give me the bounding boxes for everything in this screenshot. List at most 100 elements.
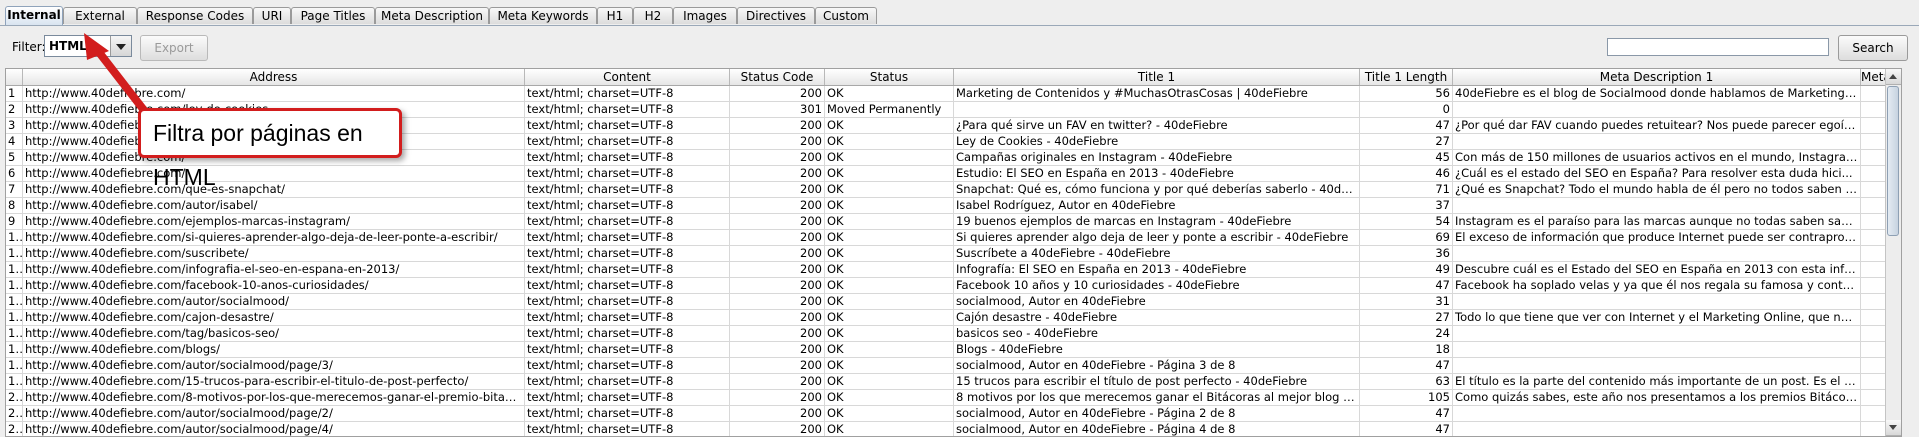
title-length-cell: 47 xyxy=(1360,358,1453,373)
status-code-cell: 301 xyxy=(730,102,825,117)
tab-response-codes[interactable]: Response Codes xyxy=(137,7,253,24)
table-row[interactable]: 14 http://www.40defiebre.com/autor/social… xyxy=(6,294,1901,310)
tab-h1[interactable]: H1 xyxy=(597,7,633,24)
title-cell: 19 buenos ejemplos de marcas en Instagra… xyxy=(954,214,1360,229)
meta-description-header[interactable]: Meta Description 1 xyxy=(1453,69,1861,85)
meta-description-cell: Todo lo que tiene que ver con Internet y… xyxy=(1455,310,1861,325)
title-length-cell: 27 xyxy=(1360,310,1453,325)
meta-description-cell: Instagram es el paraíso para las marcas … xyxy=(1455,214,1861,229)
status-cell: OK xyxy=(825,166,954,181)
table-row[interactable]: 21 http://www.40defiebre.com/autor/social… xyxy=(6,406,1901,422)
search-button[interactable]: Search xyxy=(1838,35,1908,61)
table-row[interactable]: 22 http://www.40defiebre.com/autor/social… xyxy=(6,422,1901,436)
row-index: 13 xyxy=(6,278,23,293)
title-cell: Si quieres aprender algo deja de leer y … xyxy=(954,230,1360,245)
row-index: 7 xyxy=(6,182,23,197)
content-cell: text/html; charset=UTF-8 xyxy=(525,150,730,165)
scrollbar-thumb[interactable] xyxy=(1887,86,1899,236)
meta-description-cell xyxy=(1453,294,1861,309)
chevron-down-icon[interactable] xyxy=(110,36,131,56)
row-index: 22 xyxy=(6,422,23,436)
table-row[interactable]: 6 http://www.40defiebre.com/text/html; ch… xyxy=(6,166,1901,182)
filter-select-value: HTML xyxy=(49,39,87,53)
table-row[interactable]: 12 http://www.40defiebre.com/infografia-e… xyxy=(6,262,1901,278)
address-cell: http://www.40defiebre.com/autor/socialmo… xyxy=(23,422,525,436)
row-index: 4 xyxy=(6,134,23,149)
status-code-cell: 200 xyxy=(730,246,825,261)
tab-images[interactable]: Images xyxy=(673,7,737,24)
status-cell: OK xyxy=(825,262,954,277)
tab-meta-description[interactable]: Meta Description xyxy=(375,7,489,24)
row-index: 14 xyxy=(6,294,23,309)
scroll-down-icon[interactable] xyxy=(1886,420,1901,436)
table-row[interactable]: 10 http://www.40defiebre.com/si-quieres-a… xyxy=(6,230,1901,246)
row-index: 20 xyxy=(6,390,23,405)
filter-select[interactable]: HTML xyxy=(44,35,132,57)
content-header[interactable]: Content xyxy=(525,69,730,85)
tab-directives[interactable]: Directives xyxy=(737,7,815,24)
title-cell xyxy=(954,102,1360,117)
status-cell: Moved Permanently xyxy=(825,102,954,117)
status-code-cell: 200 xyxy=(730,294,825,309)
table-row[interactable]: 16 http://www.40defiebre.com/tag/basicos-… xyxy=(6,326,1901,342)
status-code-cell: 200 xyxy=(730,342,825,357)
status-header[interactable]: Status xyxy=(825,69,954,85)
status-code-cell: 200 xyxy=(730,198,825,213)
tab-uri[interactable]: URI xyxy=(253,7,291,24)
tab-page-titles[interactable]: Page Titles xyxy=(291,7,375,24)
status-cell: OK xyxy=(825,182,954,197)
title-cell: socialmood, Autor en 40deFiebre - Página… xyxy=(954,422,1360,436)
tab-internal[interactable]: Internal xyxy=(5,6,63,25)
table-row[interactable]: 9 http://www.40defiebre.com/ejemplos-marc… xyxy=(6,214,1901,230)
row-index: 5 xyxy=(6,150,23,165)
title-length-cell: 27 xyxy=(1360,134,1453,149)
table-row[interactable]: 1 http://www.40defiebre.com/text/html; ch… xyxy=(6,86,1901,102)
title-cell: socialmood, Autor en 40deFiebre - Página… xyxy=(954,406,1360,421)
table-row[interactable]: 8 http://www.40defiebre.com/autor/isabel/… xyxy=(6,198,1901,214)
meta-description-cell xyxy=(1453,326,1861,341)
status-code-cell: 200 xyxy=(730,262,825,277)
table-row[interactable]: 11 http://www.40defiebre.com/suscribete/t… xyxy=(6,246,1901,262)
row-index: 18 xyxy=(6,358,23,373)
title-cell: 15 trucos para escribir el título de pos… xyxy=(954,374,1360,389)
table-row[interactable]: 18 http://www.40defiebre.com/autor/social… xyxy=(6,358,1901,374)
meta-description-cell xyxy=(1453,358,1861,373)
tab-external[interactable]: External xyxy=(63,7,137,24)
row-index-header[interactable] xyxy=(6,69,23,85)
title-length-cell: 49 xyxy=(1360,262,1453,277)
tab-h2[interactable]: H2 xyxy=(633,7,673,24)
address-header[interactable]: Address xyxy=(23,69,525,85)
search-input[interactable] xyxy=(1607,38,1829,56)
table-row[interactable]: 20 http://www.40defiebre.com/8-motivos-po… xyxy=(6,390,1901,406)
row-index: 3 xyxy=(6,118,23,133)
tab-custom[interactable]: Custom xyxy=(815,7,877,24)
title-cell: socialmood, Autor en 40deFiebre - Página… xyxy=(954,358,1360,373)
meta-description-cell: ¿Qué es Snapchat? Todo el mundo habla de… xyxy=(1455,182,1861,197)
export-button[interactable]: Export xyxy=(140,35,208,61)
status-code-cell: 200 xyxy=(730,422,825,436)
address-cell: http://www.40defiebre.com/ejemplos-marca… xyxy=(23,214,525,229)
tab-meta-keywords[interactable]: Meta Keywords xyxy=(489,7,597,24)
table-row[interactable]: 7http://www.40defiebre.com/que-es-snapch… xyxy=(6,182,1901,198)
scroll-up-icon[interactable] xyxy=(1886,69,1901,85)
status-code-header[interactable]: Status Code xyxy=(730,69,825,85)
status-cell: OK xyxy=(825,326,954,341)
row-index: 16 xyxy=(6,326,23,341)
table-row[interactable]: 19 http://www.40defiebre.com/15-trucos-pa… xyxy=(6,374,1901,390)
status-cell: OK xyxy=(825,294,954,309)
row-index: 10 xyxy=(6,230,23,245)
content-cell: text/html; charset=UTF-8 xyxy=(525,278,730,293)
table-row[interactable]: 17 http://www.40defiebre.com/blogs/text/h… xyxy=(6,342,1901,358)
status-cell: OK xyxy=(825,86,954,101)
title-cell: Snapchat: Qué es, cómo funciona y por qu… xyxy=(956,182,1360,197)
vertical-scrollbar[interactable] xyxy=(1885,69,1901,436)
content-cell: text/html; charset=UTF-8 xyxy=(525,310,730,325)
table-row[interactable]: 15 http://www.40defiebre.com/cajon-desast… xyxy=(6,310,1901,326)
content-cell: text/html; charset=UTF-8 xyxy=(525,182,730,197)
title-length-header[interactable]: Title 1 Length xyxy=(1360,69,1453,85)
title-header[interactable]: Title 1 xyxy=(954,69,1360,85)
title-length-cell: 54 xyxy=(1360,214,1453,229)
table-row[interactable]: 13 http://www.40defiebre.com/facebook-10-… xyxy=(6,278,1901,294)
status-cell: OK xyxy=(825,230,954,245)
content-cell: text/html; charset=UTF-8 xyxy=(525,246,730,261)
